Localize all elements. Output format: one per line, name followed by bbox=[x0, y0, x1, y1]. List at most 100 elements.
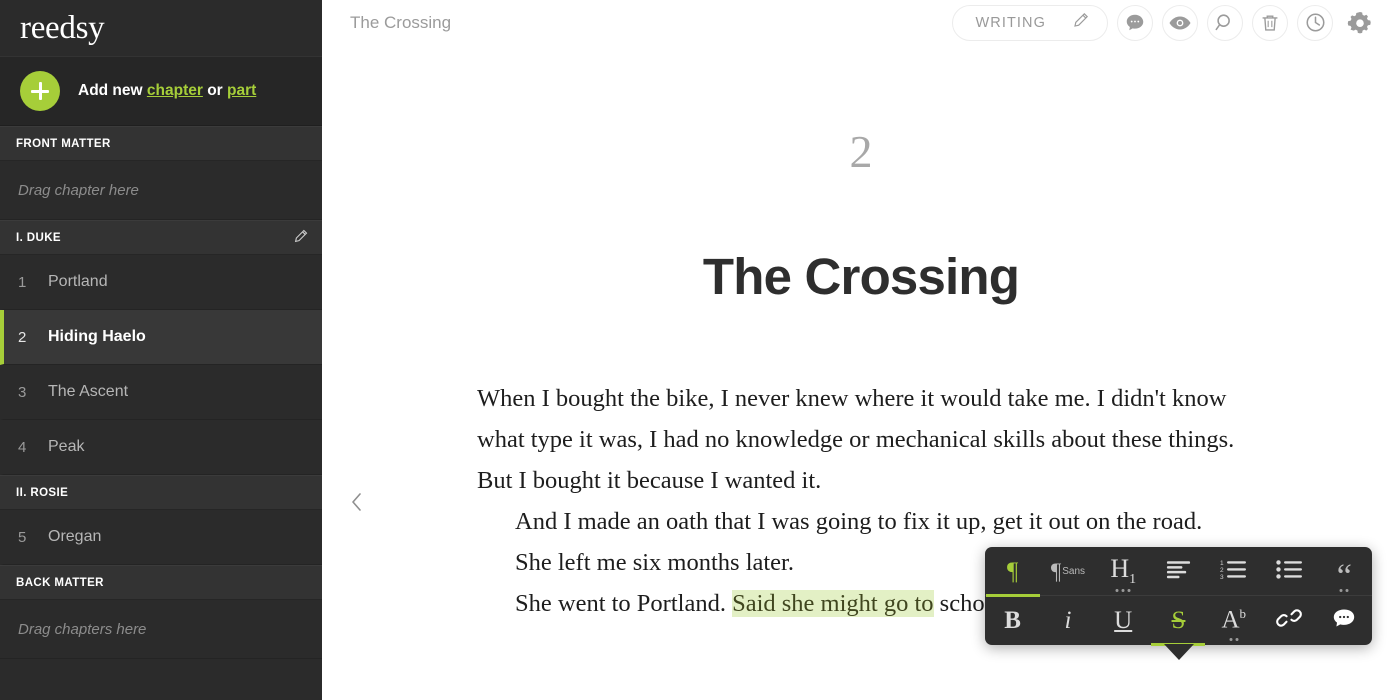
bullet-list-icon bbox=[1275, 559, 1303, 585]
heading-button[interactable]: H1 bbox=[1096, 547, 1151, 596]
comment-icon bbox=[1331, 607, 1357, 634]
chapter-title: Peak bbox=[48, 438, 85, 455]
align-left-icon bbox=[1166, 559, 1191, 584]
font-family-label: Sans bbox=[1062, 566, 1086, 577]
chapter-number-display: 2 bbox=[849, 126, 873, 177]
chapter-number: 2 bbox=[18, 328, 27, 346]
drop-zone-label: Drag chapter here bbox=[18, 181, 139, 199]
link-button[interactable] bbox=[1261, 596, 1316, 645]
svg-text:3: 3 bbox=[1220, 574, 1224, 580]
drop-zone-back-matter[interactable]: Drag chapters here bbox=[0, 600, 322, 659]
sidebar-chapter-item-active[interactable]: 2 Hiding Haelo bbox=[0, 310, 322, 365]
paragraph[interactable]: And I made an oath that I was going to f… bbox=[477, 501, 1245, 542]
link-icon bbox=[1276, 607, 1302, 634]
chapter-number: 5 bbox=[18, 528, 27, 546]
more-dots-icon bbox=[1339, 589, 1349, 592]
section-header-label: II. ROSIE bbox=[16, 486, 69, 499]
document-canvas: 2 The Crossing When I bought the bike, I… bbox=[322, 45, 1400, 624]
svg-text:1: 1 bbox=[1220, 560, 1224, 567]
top-toolbar: The Crossing WRITING bbox=[322, 0, 1400, 45]
text-color-button[interactable]: Ab bbox=[1206, 596, 1261, 645]
search-icon[interactable] bbox=[1207, 4, 1243, 41]
comment-icon[interactable] bbox=[1117, 4, 1153, 41]
toolbar-caret bbox=[1163, 644, 1194, 660]
reedsy-logo[interactable]: reedsy bbox=[20, 11, 105, 45]
add-chapter-link[interactable]: chapter bbox=[147, 82, 203, 99]
eye-icon[interactable] bbox=[1162, 4, 1198, 41]
breadcrumb[interactable]: The Crossing bbox=[350, 13, 451, 33]
pilcrow-sans-icon: ¶ bbox=[1050, 559, 1062, 584]
section-header-label: BACK MATTER bbox=[16, 576, 104, 589]
top-toolbar-actions: WRITING bbox=[952, 4, 1378, 41]
font-family-button[interactable]: ¶ Sans bbox=[1040, 547, 1095, 596]
section-header-back-matter[interactable]: BACK MATTER bbox=[0, 565, 322, 600]
text-run: She left me six months later. bbox=[515, 549, 794, 576]
chapter-title: Hiding Haelo bbox=[48, 328, 146, 345]
plus-icon[interactable] bbox=[20, 71, 60, 111]
italic-button[interactable]: i bbox=[1040, 596, 1095, 645]
add-new-prefix: Add new bbox=[78, 82, 147, 99]
trash-icon[interactable] bbox=[1252, 4, 1288, 41]
format-toolbar: ¶ ¶ Sans H1 123 “ B i U S Ab bbox=[985, 547, 1372, 660]
paragraph-style-button[interactable]: ¶ bbox=[985, 547, 1040, 596]
status-label: WRITING bbox=[975, 14, 1046, 31]
chapter-title: Oregan bbox=[48, 528, 102, 545]
format-toolbar-row-1: ¶ ¶ Sans H1 123 “ bbox=[985, 547, 1372, 596]
text-color-icon: Ab bbox=[1221, 606, 1247, 634]
brand-header: reedsy bbox=[0, 0, 322, 56]
add-part-link[interactable]: part bbox=[227, 82, 256, 99]
text-run: And I made an oath that I was going to f… bbox=[515, 508, 1203, 535]
sidebar-chapter-item[interactable]: 4 Peak bbox=[0, 420, 322, 475]
align-button[interactable] bbox=[1151, 547, 1206, 596]
chapter-number: 4 bbox=[18, 438, 27, 456]
sidebar-chapter-item[interactable]: 5 Oregan bbox=[0, 510, 322, 565]
more-dots-icon bbox=[1115, 589, 1131, 592]
blockquote-button[interactable]: “ bbox=[1317, 547, 1372, 596]
status-badge[interactable]: WRITING bbox=[952, 4, 1108, 41]
ordered-list-icon: 123 bbox=[1220, 559, 1248, 585]
chapter-number: 3 bbox=[18, 383, 27, 401]
history-icon[interactable] bbox=[1297, 4, 1333, 41]
svg-text:2: 2 bbox=[1220, 567, 1224, 574]
text-run: When I bought the bike, I never knew whe… bbox=[477, 385, 1235, 494]
drop-zone-label: Drag chapters here bbox=[18, 620, 147, 638]
app-root: reedsy Add new chapter or part FRONT MAT… bbox=[0, 0, 1400, 700]
chapter-title: The Ascent bbox=[48, 383, 129, 400]
more-dots-icon bbox=[1229, 638, 1239, 641]
section-header-front-matter[interactable]: FRONT MATTER bbox=[0, 126, 322, 161]
strikethrough-button[interactable]: S bbox=[1151, 596, 1206, 645]
section-header-rosie[interactable]: II. ROSIE bbox=[0, 475, 322, 510]
bullet-list-button[interactable] bbox=[1261, 547, 1316, 596]
section-header-label: FRONT MATTER bbox=[16, 137, 111, 150]
underline-button[interactable]: U bbox=[1096, 596, 1151, 645]
ordered-list-button[interactable]: 123 bbox=[1206, 547, 1261, 596]
format-toolbar-row-2: B i U S Ab bbox=[985, 596, 1372, 645]
main-area: The Crossing WRITING 2 The Crossing When… bbox=[322, 0, 1400, 700]
sidebar-chapter-item[interactable]: 1 Portland bbox=[0, 255, 322, 310]
bold-button[interactable]: B bbox=[985, 596, 1040, 645]
paragraph[interactable]: When I bought the bike, I never knew whe… bbox=[477, 378, 1245, 501]
drop-zone-front-matter[interactable]: Drag chapter here bbox=[0, 161, 322, 220]
section-header-label: I. DUKE bbox=[16, 231, 61, 244]
section-header-duke[interactable]: I. DUKE bbox=[0, 220, 322, 255]
add-new-middle: or bbox=[202, 82, 228, 99]
italic-icon: i bbox=[1064, 606, 1072, 634]
edit-part-pencil-icon[interactable] bbox=[293, 229, 308, 247]
gear-icon[interactable] bbox=[1342, 4, 1378, 41]
chapter-number: 1 bbox=[18, 273, 27, 291]
bold-icon: B bbox=[1004, 606, 1021, 634]
edit-status-pencil-icon[interactable] bbox=[1072, 12, 1089, 34]
quote-icon: “ bbox=[1336, 557, 1352, 595]
chapter-title: Portland bbox=[48, 273, 108, 290]
heading-icon: H1 bbox=[1110, 553, 1137, 588]
pilcrow-icon: ¶ bbox=[1006, 558, 1019, 585]
underline-icon: U bbox=[1114, 606, 1133, 634]
text-run: She went to Portland. bbox=[515, 590, 733, 617]
strikethrough-icon: S bbox=[1171, 606, 1186, 634]
add-new-row: Add new chapter or part bbox=[0, 56, 322, 126]
selected-text-highlight[interactable]: Said she might go to bbox=[732, 590, 934, 617]
page-title[interactable]: The Crossing bbox=[703, 251, 1020, 302]
sidebar-chapter-item[interactable]: 3 The Ascent bbox=[0, 365, 322, 420]
comment-button[interactable] bbox=[1317, 596, 1372, 645]
sidebar: reedsy Add new chapter or part FRONT MAT… bbox=[0, 0, 322, 700]
